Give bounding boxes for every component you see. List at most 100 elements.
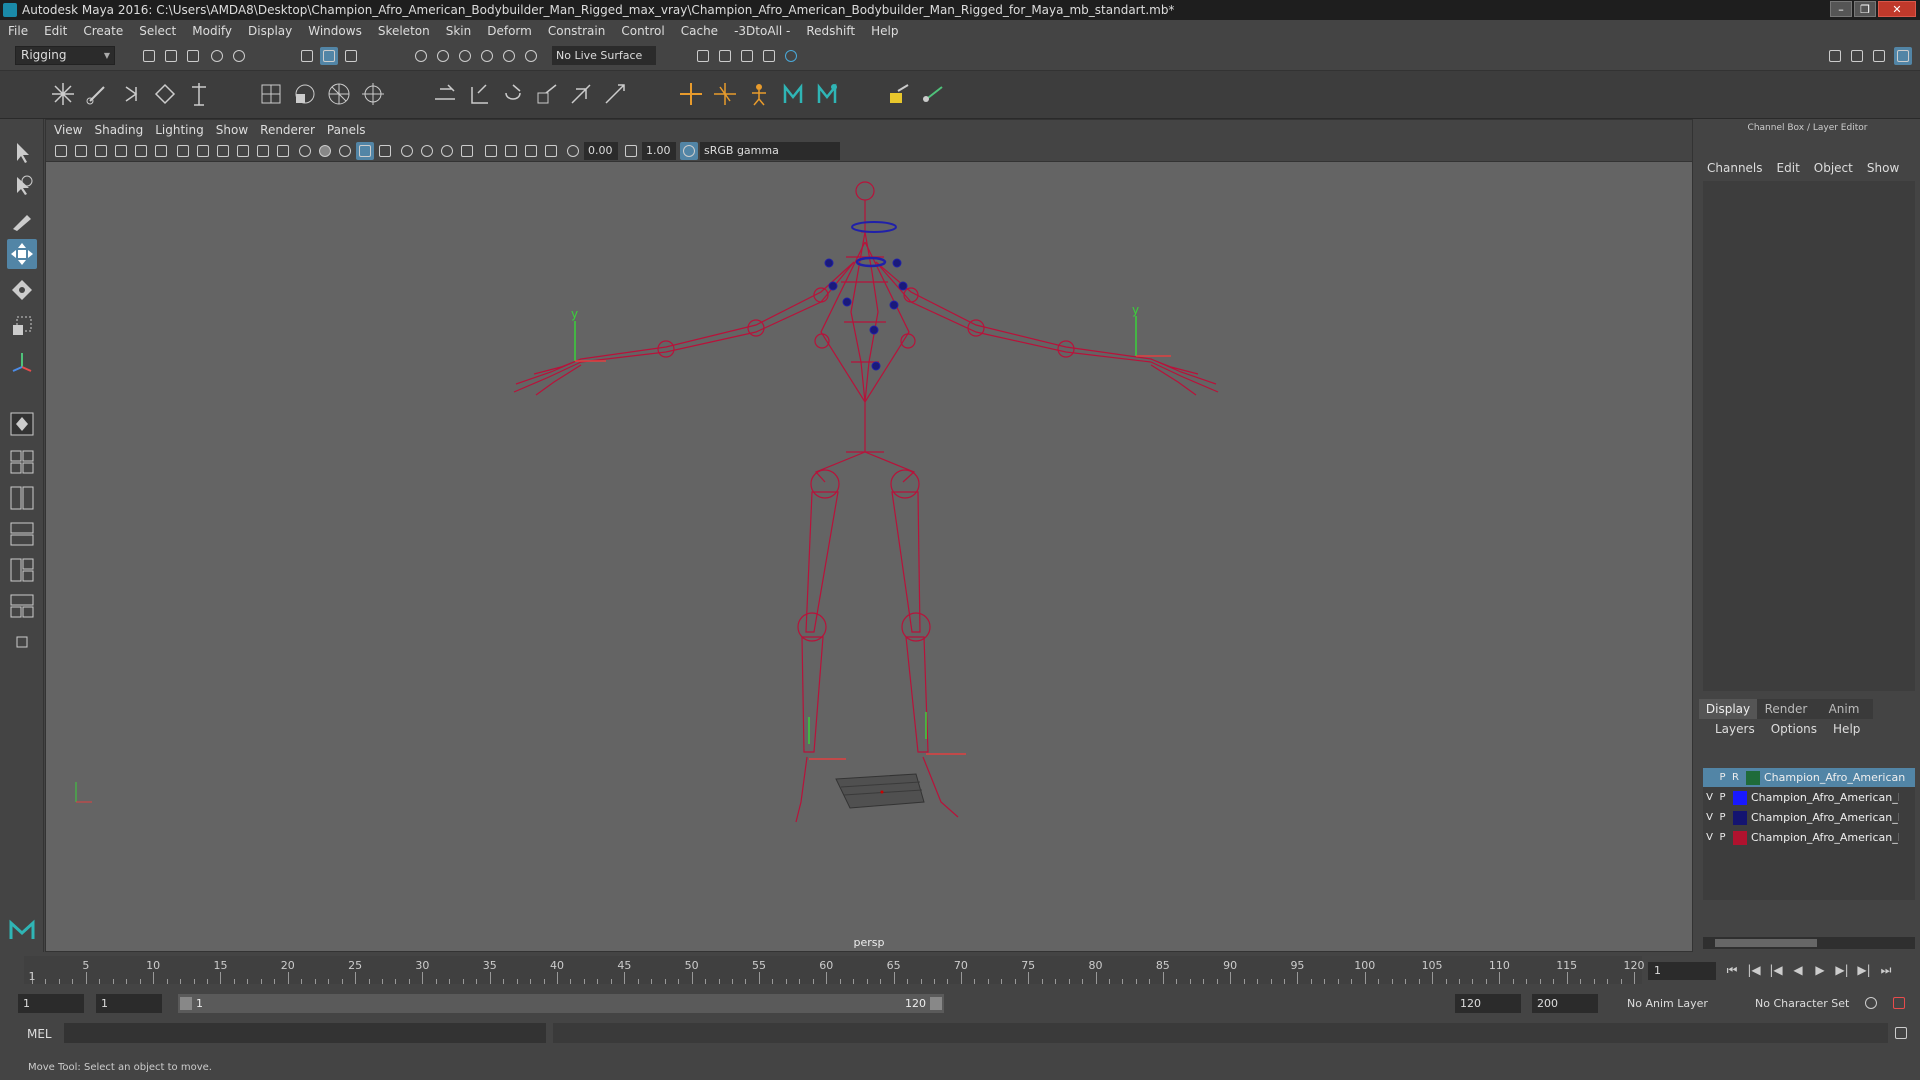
rotate-tool-icon[interactable] xyxy=(7,275,37,305)
vp-menu-renderer[interactable]: Renderer xyxy=(258,123,325,137)
step-back-frame-button[interactable]: |◀ xyxy=(1768,962,1784,978)
menu-deform[interactable]: Deform xyxy=(479,24,540,38)
cb-menu-show[interactable]: Show xyxy=(1867,161,1913,179)
grid-toggle-icon[interactable] xyxy=(174,142,192,160)
snap-vertex-icon[interactable] xyxy=(522,47,540,65)
channel-box-toggle-icon[interactable] xyxy=(1894,47,1912,65)
quick-rig-icon[interactable] xyxy=(778,79,808,109)
ambient-occlusion-icon[interactable] xyxy=(438,142,456,160)
save-scene-icon[interactable] xyxy=(184,47,202,65)
cb-menu-channels[interactable]: Channels xyxy=(1707,161,1777,179)
layer-row[interactable]: P R Champion_Afro_American xyxy=(1703,768,1915,787)
scale-tool-icon[interactable] xyxy=(7,311,37,341)
backface-icon[interactable] xyxy=(542,142,560,160)
use-default-material-icon[interactable] xyxy=(336,142,354,160)
select-hierarchy-icon[interactable] xyxy=(298,47,316,65)
gamma-field[interactable]: 1.00 xyxy=(642,142,676,160)
exposure-icon[interactable] xyxy=(564,142,582,160)
layer-color-swatch[interactable] xyxy=(1733,790,1747,805)
exposure-field[interactable]: 0.00 xyxy=(584,142,618,160)
hik-character-icon[interactable] xyxy=(744,79,774,109)
tab-render[interactable]: Render xyxy=(1757,699,1815,719)
vp-menu-show[interactable]: Show xyxy=(214,123,258,137)
go-to-end-button[interactable]: ⏭ xyxy=(1878,962,1894,978)
lights-icon[interactable] xyxy=(398,142,416,160)
pole-vector-icon[interactable] xyxy=(600,79,630,109)
snap-view-icon[interactable] xyxy=(478,47,496,65)
graph-editor-layout-icon[interactable] xyxy=(7,555,37,585)
range-end-handle[interactable] xyxy=(930,997,942,1010)
render-view-icon[interactable] xyxy=(694,47,712,65)
command-input[interactable] xyxy=(64,1023,546,1043)
lasso-tool-icon[interactable] xyxy=(7,171,37,201)
play-forwards-button[interactable]: ▶ xyxy=(1812,962,1828,978)
hypershade-icon[interactable] xyxy=(782,47,800,65)
select-tool-icon[interactable] xyxy=(7,137,37,167)
menu-skeleton[interactable]: Skeleton xyxy=(370,24,438,38)
layer-visibility-toggle[interactable]: V xyxy=(1703,812,1716,823)
locator-icon[interactable] xyxy=(676,79,706,109)
shadows-icon[interactable] xyxy=(418,142,436,160)
menu-file[interactable]: File xyxy=(0,24,36,38)
single-view-layout-icon[interactable] xyxy=(7,409,37,439)
skeleton-rig[interactable]: y y xyxy=(46,162,1692,951)
new-scene-icon[interactable] xyxy=(140,47,158,65)
motion-blur-icon[interactable] xyxy=(458,142,476,160)
layer-playback-toggle[interactable]: P xyxy=(1716,792,1729,803)
parent-constraint-icon[interactable] xyxy=(430,79,460,109)
auto-key-icon[interactable] xyxy=(1862,994,1880,1012)
aim-constraint-icon[interactable] xyxy=(566,79,596,109)
mirror-joint-icon[interactable] xyxy=(116,79,146,109)
snap-grid-icon[interactable] xyxy=(412,47,430,65)
wireframe-shading-icon[interactable] xyxy=(296,142,314,160)
layer-row[interactable]: V P Champion_Afro_American_Bo xyxy=(1703,788,1915,807)
menu-control[interactable]: Control xyxy=(613,24,672,38)
script-editor-icon[interactable] xyxy=(1892,1024,1910,1042)
layer-playback-toggle[interactable]: P xyxy=(1716,832,1729,843)
playback-start-field[interactable]: 1 xyxy=(96,994,162,1013)
smooth-shading-icon[interactable] xyxy=(316,142,334,160)
undo-icon[interactable] xyxy=(208,47,226,65)
layer-reference-toggle[interactable]: R xyxy=(1729,772,1742,783)
scene-start-field[interactable]: 1 xyxy=(18,994,84,1013)
layer-color-swatch[interactable] xyxy=(1733,830,1747,845)
vp-menu-view[interactable]: View xyxy=(52,123,92,137)
universal-manipulator-icon[interactable] xyxy=(7,347,37,377)
channel-list-panel[interactable] xyxy=(1703,181,1915,691)
animation-prefs-icon[interactable] xyxy=(1890,994,1908,1012)
step-forward-key-button[interactable]: ▶| xyxy=(1856,962,1872,978)
menu-modify[interactable]: Modify xyxy=(184,24,240,38)
more-layouts-icon[interactable] xyxy=(7,627,37,657)
key-tangent-icon[interactable] xyxy=(918,79,948,109)
resolution-gate-icon[interactable] xyxy=(214,142,232,160)
time-slider-track[interactable]: 1 5 10 15 20 25 30 35 40 45 50 55 60 65 70 75 80 85 90 95 10… xyxy=(24,956,1645,984)
layer-playback-toggle[interactable]: P xyxy=(1716,812,1729,823)
layer-color-swatch[interactable] xyxy=(1733,810,1747,825)
paint-weights-icon[interactable] xyxy=(324,79,354,109)
grease-pencil-icon[interactable] xyxy=(152,142,170,160)
redo-icon[interactable] xyxy=(230,47,248,65)
xray-active-icon[interactable] xyxy=(522,142,540,160)
scale-constraint-icon[interactable] xyxy=(532,79,562,109)
cluster-icon[interactable] xyxy=(710,79,740,109)
vp-menu-lighting[interactable]: Lighting xyxy=(153,123,214,137)
menu-edit[interactable]: Edit xyxy=(36,24,75,38)
menu-redshift[interactable]: Redshift xyxy=(798,24,863,38)
side-by-side-layout-icon[interactable] xyxy=(7,483,37,513)
snap-point-icon[interactable] xyxy=(456,47,474,65)
textured-icon[interactable] xyxy=(376,142,394,160)
render-settings-icon[interactable] xyxy=(760,47,778,65)
bookmark-icon[interactable] xyxy=(92,142,110,160)
snap-curve-icon[interactable] xyxy=(434,47,452,65)
ik-handle-icon[interactable] xyxy=(184,79,214,109)
attribute-editor-icon[interactable] xyxy=(1848,47,1866,65)
perspective-viewport[interactable]: View Shading Lighting Show Renderer Pane… xyxy=(45,119,1693,952)
viewport-canvas[interactable]: y y persp xyxy=(46,162,1692,951)
vp-menu-panels[interactable]: Panels xyxy=(325,123,376,137)
go-to-start-button[interactable]: ⏮ xyxy=(1724,962,1740,978)
tab-display[interactable]: Display xyxy=(1699,699,1757,719)
time-slider[interactable]: 1 5 10 15 20 25 30 35 40 45 50 55 60 65 70 75 80 85 90 95 10… xyxy=(0,952,1920,988)
four-view-layout-icon[interactable] xyxy=(7,447,37,477)
close-button[interactable]: ✕ xyxy=(1878,1,1916,17)
insert-joint-icon[interactable] xyxy=(82,79,112,109)
